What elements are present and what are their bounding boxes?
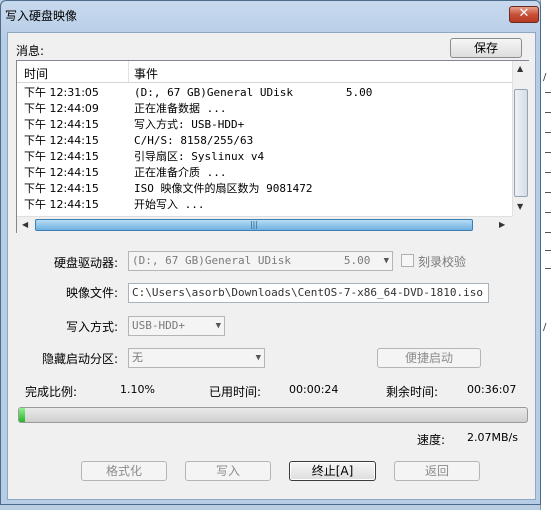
ratio-label: 完成比例: [25,385,78,399]
hidden-partition-value: 无 [132,351,143,364]
background-glyph: / [543,72,547,83]
log-time: 下午 12:44:15 [24,134,99,147]
speed-label: 速度: [417,433,446,447]
horizontal-scroll-thumb[interactable]: ||| [35,219,473,231]
verify-checkbox[interactable] [401,254,414,267]
log-row[interactable]: 下午 12:44:15 开始写入 ... [17,197,512,213]
log-time: 下午 12:44:15 [24,150,99,163]
back-button[interactable]: 返回 [394,461,480,481]
progress-fill [19,408,25,422]
background-glyph: / [543,322,547,333]
log-time: 下午 12:31:05 [24,86,99,99]
log-row[interactable]: 下午 12:44:15 写入方式: USB-HDD+ [17,117,512,133]
log-row[interactable]: 下午 12:44:15 C/H/S: 8158/255/63 [17,133,512,149]
background-mark [545,132,551,133]
log-event: 引导扇区: Syslinux v4 [134,150,265,163]
drive-select-value: (D:, 67 GB)General UDisk 5.00 [132,254,371,267]
background-mark [545,232,551,233]
messages-label: 消息: [16,44,45,58]
background-mark [545,268,551,269]
elapsed-label: 已用时间: [209,385,262,399]
log-event: 开始写入 ... [134,198,205,211]
hidden-partition-select[interactable]: 无 ▼ [128,348,265,368]
log-event: (D:, 67 GB)General UDisk 5.00 [134,86,373,99]
progress-bar [18,407,528,423]
write-mode-select[interactable]: USB-HDD+ ▼ [128,316,225,336]
drive-label: 硬盘驱动器: [54,256,119,270]
write-disk-image-dialog: 写入硬盘映像 ✕ 消息: 保存 时间 事件 下午 12:31:05 (D:, 6… [0,0,541,505]
image-file-label: 映像文件: [66,286,119,300]
log-row[interactable]: 下午 12:44:09 正在准备数据 ... [17,101,512,117]
drive-select[interactable]: (D:, 67 GB)General UDisk 5.00 ▼ [128,251,393,271]
scroll-down-icon[interactable]: ▼ [517,202,523,211]
write-mode-label: 写入方式: [66,320,119,334]
title-bar[interactable]: 写入硬盘映像 ✕ [1,1,540,29]
horizontal-scrollbar[interactable]: ◀ ||| ▶ [17,216,512,233]
log-time: 下午 12:44:15 [24,198,99,211]
log-event: 正在准备数据 ... [134,102,227,115]
column-header-time[interactable]: 时间 [24,65,48,82]
log-row[interactable]: 下午 12:44:15 引导扇区: Syslinux v4 [17,149,512,165]
log-row[interactable]: 下午 12:44:15 正在准备介质 ... [17,165,512,181]
abort-button[interactable]: 终止[A] [289,461,376,481]
elapsed-value: 00:00:24 [289,383,339,396]
log-time: 下午 12:44:15 [24,182,99,195]
log-time: 下午 12:44:15 [24,166,99,179]
format-button[interactable]: 格式化 [81,461,167,481]
close-icon: ✕ [518,6,530,21]
log-time: 下午 12:44:09 [24,102,99,115]
message-log[interactable]: 时间 事件 下午 12:31:05 (D:, 67 GB)General UDi… [16,60,529,233]
vertical-scroll-thumb[interactable] [514,89,528,197]
scroll-up-icon[interactable]: ▲ [517,64,523,73]
ratio-value: 1.10% [120,383,155,396]
image-file-field[interactable]: C:\Users\asorb\Downloads\CentOS-7-x86_64… [128,283,489,303]
background-mark [545,152,551,153]
background-mark [545,172,551,173]
scroll-right-icon[interactable]: ▶ [499,220,505,229]
dialog-body: 消息: 保存 时间 事件 下午 12:31:05 (D:, 67 GB)Gene… [7,32,536,500]
log-time: 下午 12:44:15 [24,118,99,131]
background-mark [545,92,551,93]
column-separator[interactable] [128,61,129,82]
background-mark [545,212,551,213]
column-header-event[interactable]: 事件 [134,65,158,82]
save-button[interactable]: 保存 [450,38,522,58]
vertical-scrollbar[interactable]: ▲ ▼ [512,61,529,216]
write-mode-value: USB-HDD+ [132,319,185,332]
log-event: ISO 映像文件的扇区数为 9081472 [134,182,313,195]
scroll-corner [512,216,529,233]
chevron-down-icon: ▼ [215,321,221,331]
log-header: 时间 事件 [17,61,512,83]
log-row[interactable]: 下午 12:44:15 ISO 映像文件的扇区数为 9081472 [17,181,512,197]
background-window-edge: / / [540,0,552,510]
remaining-label: 剩余时间: [386,385,439,399]
chevron-down-icon: ▼ [255,353,261,363]
verify-label[interactable]: 刻录校验 [418,253,466,270]
quick-boot-button[interactable]: 便捷启动 [377,348,481,368]
hidden-partition-label: 隐藏启动分区: [42,352,119,366]
chevron-down-icon: ▼ [383,256,389,266]
background-mark [545,112,551,113]
close-button[interactable]: ✕ [509,6,539,23]
log-event: 写入方式: USB-HDD+ [134,118,245,131]
log-event: C/H/S: 8158/255/63 [134,134,254,147]
write-button[interactable]: 写入 [185,461,271,481]
scroll-left-icon[interactable]: ◀ [22,220,28,229]
background-mark [545,192,551,193]
remaining-value: 00:36:07 [467,383,517,396]
log-event: 正在准备介质 ... [134,166,227,179]
log-row[interactable]: 下午 12:31:05 (D:, 67 GB)General UDisk 5.0… [17,85,512,101]
window-title: 写入硬盘映像 [5,9,78,23]
speed-value: 2.07MB/s [467,431,518,444]
background-mark [545,250,551,251]
